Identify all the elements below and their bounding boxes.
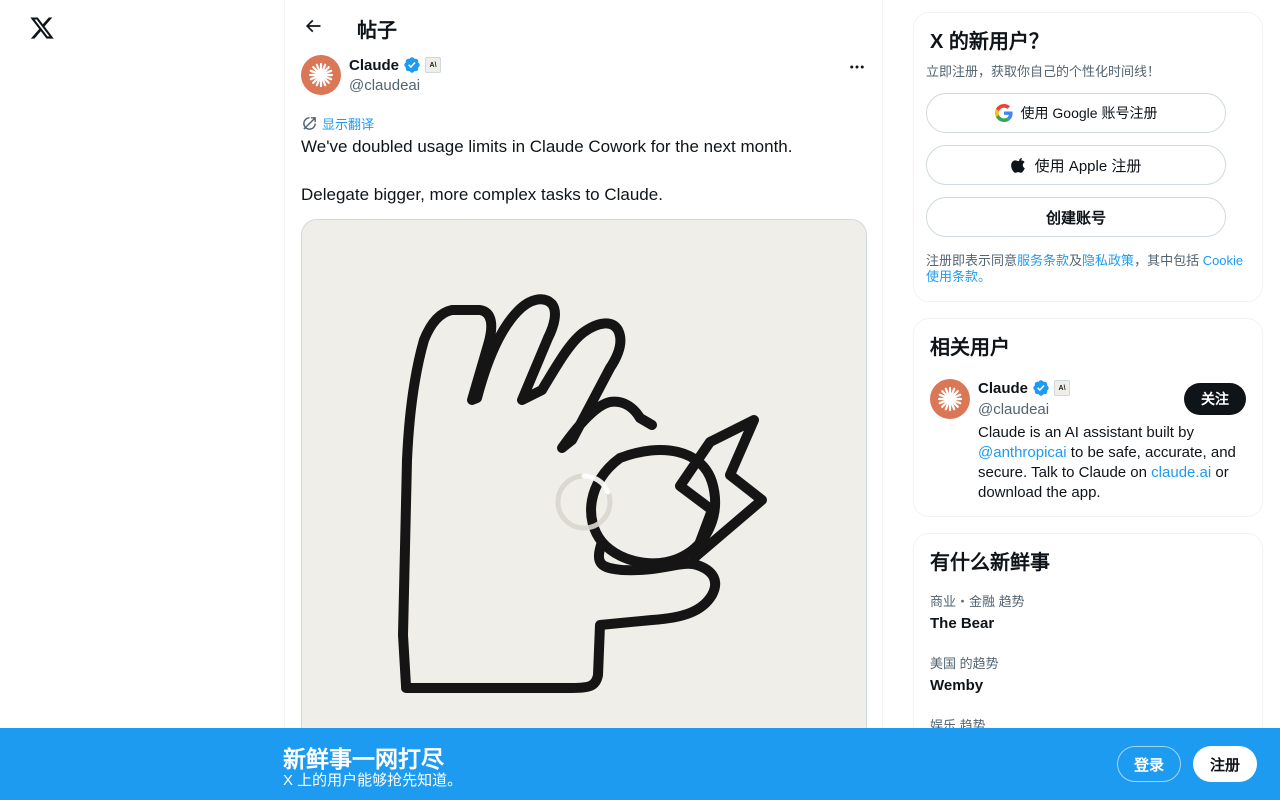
signup-terms: 注册即表示同意服务条款及隐私政策，其中包括 Cookie 使用条款。 xyxy=(926,253,1256,285)
signup-title: X 的新用户？ xyxy=(930,31,1049,53)
anthropic-mention-link[interactable]: @anthropicai xyxy=(978,444,1067,461)
terms-mid: ，其中包括 xyxy=(1134,253,1203,268)
terms-end: 。 xyxy=(978,269,992,284)
verified-badge-icon xyxy=(1033,380,1049,396)
x-logo-icon[interactable] xyxy=(29,14,55,42)
bio-text: Claude is an AI assistant built by xyxy=(978,424,1194,441)
affiliate-badge[interactable]: A\ xyxy=(425,57,442,73)
trend-item[interactable]: 商业・金融 趋势 The Bear xyxy=(930,594,1250,634)
tweet-author: Claude A\ @claudeai xyxy=(301,55,866,99)
avatar[interactable] xyxy=(930,379,970,419)
affiliate-badge[interactable]: A\ xyxy=(1054,380,1071,396)
register-button[interactable]: 注册 xyxy=(1193,746,1257,782)
verified-badge-icon xyxy=(404,57,420,73)
left-nav xyxy=(0,0,284,800)
tweet-text: We've doubled usage limits in Claude Cow… xyxy=(301,135,861,207)
arrow-left-icon xyxy=(305,19,321,33)
author-name-row: Claude A\ xyxy=(349,56,442,74)
related-user-name[interactable]: Claude xyxy=(978,380,1028,397)
ok-hand-illustration xyxy=(398,294,767,693)
translate-label: 显示翻译 xyxy=(322,117,375,132)
trend-meta: 商业・金融 趋势 xyxy=(930,594,1025,609)
claude-ai-link[interactable]: claude.ai xyxy=(1151,464,1211,481)
tweet-media-image[interactable] xyxy=(301,219,867,779)
more-horizontal-icon xyxy=(850,65,864,69)
related-user-bio: Claude is an AI assistant built by @anth… xyxy=(978,423,1248,503)
bottom-bar-subtitle: X 上的用户能够抢先知道。 xyxy=(283,772,463,789)
avatar[interactable] xyxy=(301,55,341,95)
login-button[interactable]: 登录 xyxy=(1117,746,1181,782)
translate-icon xyxy=(303,117,316,130)
apple-signup-label: 使用 Apple 注册 xyxy=(1034,157,1142,175)
trend-name: The Bear xyxy=(930,615,995,632)
trend-meta: 美国 的趋势 xyxy=(930,656,999,671)
apple-icon xyxy=(1010,157,1025,173)
page-header: 帖子 xyxy=(285,0,882,53)
loading-spinner xyxy=(555,473,613,531)
trend-item[interactable]: 美国 的趋势 Wemby xyxy=(930,656,1250,696)
related-user-name-row: Claude A\ xyxy=(978,379,1071,397)
author-handle[interactable]: @claudeai xyxy=(349,77,420,94)
main-column: 帖子 Claude A\ @claudeai 显示翻译 We've double… xyxy=(284,0,883,800)
google-icon xyxy=(994,104,1013,122)
related-user-handle[interactable]: @claudeai xyxy=(978,401,1049,418)
related-users-card: 相关用户 Claude A\ @claudeai 关注 Claude is an… xyxy=(913,318,1263,517)
related-users-title: 相关用户 xyxy=(930,337,1010,359)
claude-sparkle-icon xyxy=(308,62,334,88)
follow-button[interactable]: 关注 xyxy=(1184,383,1246,415)
apple-signup-button[interactable]: 使用 Apple 注册 xyxy=(926,145,1226,185)
tweet-paragraph: Delegate bigger, more complex tasks to C… xyxy=(301,185,663,204)
claude-sparkle-icon xyxy=(937,386,963,412)
trend-name: Wemby xyxy=(930,677,984,694)
author-name[interactable]: Claude xyxy=(349,57,399,74)
create-account-button[interactable]: 创建账号 xyxy=(926,197,1226,237)
page-title: 帖子 xyxy=(357,20,397,42)
trends-title: 有什么新鲜事 xyxy=(930,552,1050,574)
google-signup-button[interactable]: 使用 Google 账号注册 xyxy=(926,93,1226,133)
bottom-signup-bar: 新鲜事一网打尽 X 上的用户能够抢先知道。 登录 注册 xyxy=(0,728,1280,800)
signup-card: X 的新用户？ 立即注册，获取你自己的个性化时间线！ 使用 Google 账号注… xyxy=(913,12,1263,302)
terms-of-service-link[interactable]: 服务条款 xyxy=(1017,253,1069,268)
privacy-policy-link[interactable]: 隐私政策 xyxy=(1082,253,1134,268)
signup-subtitle: 立即注册，获取你自己的个性化时间线！ xyxy=(926,64,1161,79)
terms-prefix: 注册即表示同意 xyxy=(926,253,1018,268)
terms-and: 及 xyxy=(1069,253,1083,268)
show-translation-link[interactable]: 显示翻译 xyxy=(301,114,374,133)
tweet-paragraph: We've doubled usage limits in Claude Cow… xyxy=(301,137,793,156)
google-signup-label: 使用 Google 账号注册 xyxy=(1020,105,1158,121)
back-button[interactable] xyxy=(297,10,329,42)
more-options-button[interactable] xyxy=(841,55,873,79)
